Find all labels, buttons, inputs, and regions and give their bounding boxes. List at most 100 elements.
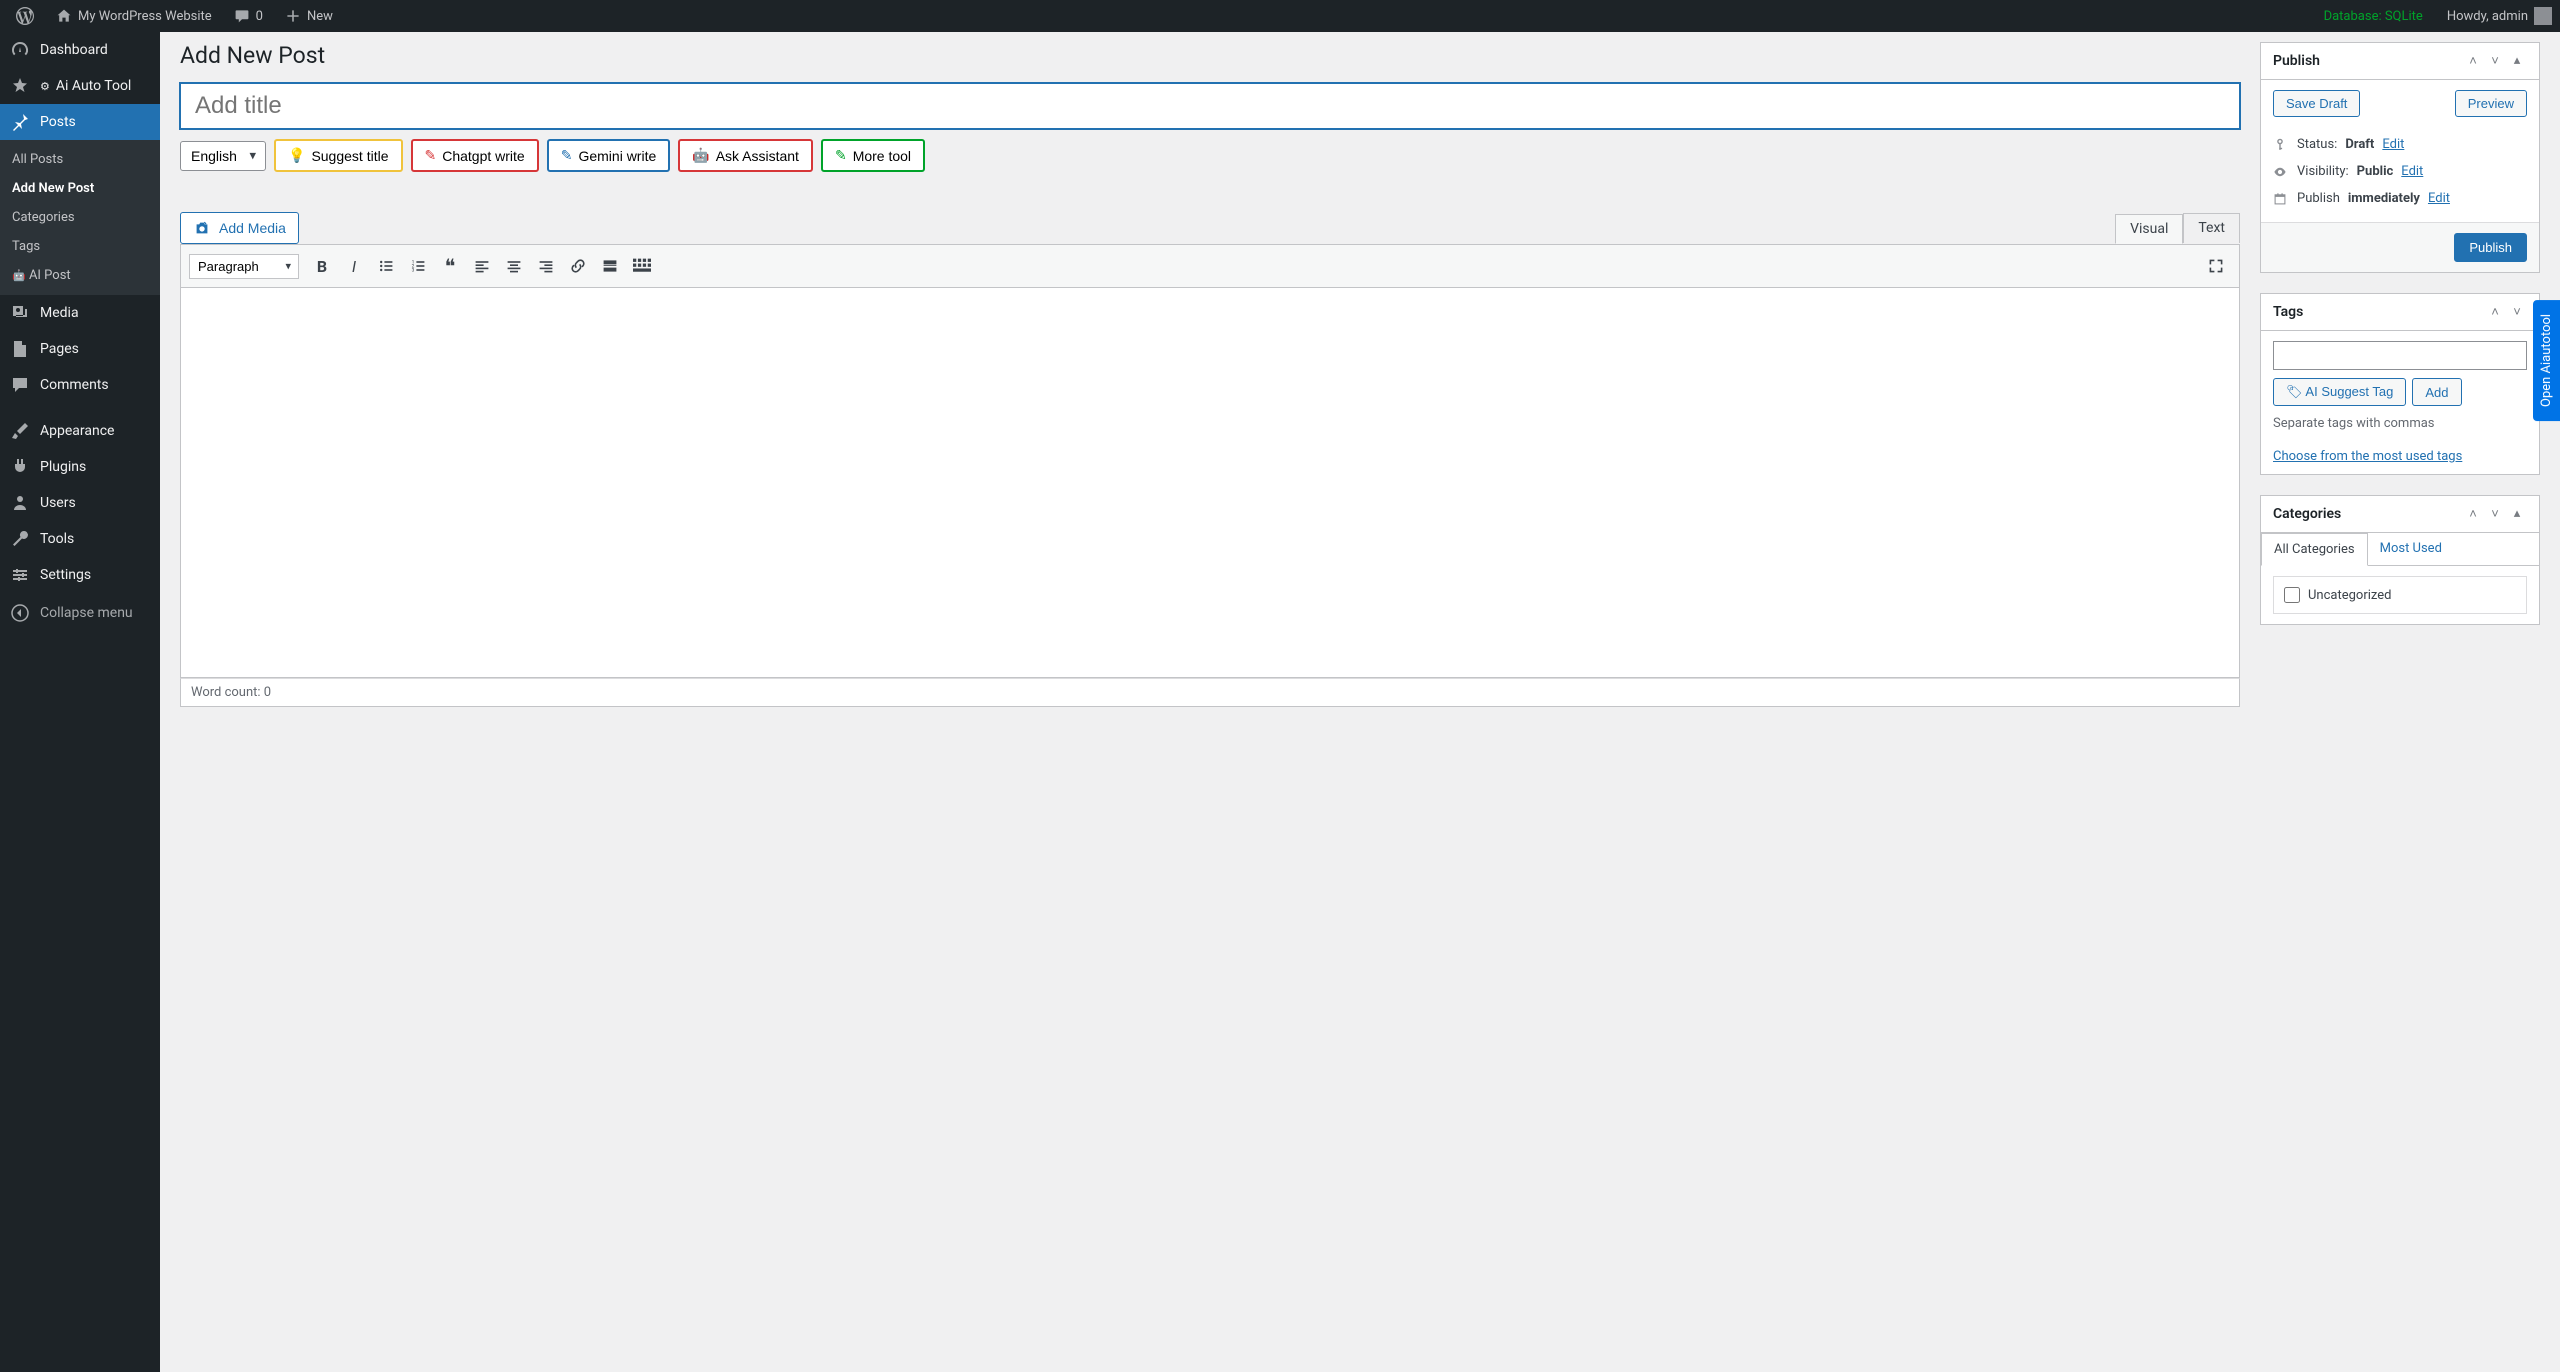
site-name-menu[interactable]: My WordPress Website [48,0,220,32]
move-up-icon[interactable]: ˄ [2485,304,2505,320]
categories-heading: Categories [2273,506,2463,522]
pencil-icon: ✎ [835,147,847,164]
move-down-icon[interactable]: ˅ [2485,506,2505,522]
settings-icon [10,565,30,585]
tab-visual[interactable]: Visual [2115,214,2183,244]
open-aiautotool-tab[interactable]: Open Aiautotool [2533,300,2560,421]
bullet-list-button[interactable] [371,251,401,281]
number-list-button[interactable]: 123 [403,251,433,281]
preview-button[interactable]: Preview [2455,90,2527,117]
menu-label: Ai Auto Tool [56,78,131,94]
publish-heading: Publish [2273,53,2463,69]
tab-most-used-categories[interactable]: Most Used [2368,533,2454,565]
category-checkbox[interactable] [2284,587,2300,603]
dashboard-icon [10,40,30,60]
comments-count: 0 [256,9,263,24]
italic-button[interactable]: I [339,251,369,281]
menu-dashboard[interactable]: Dashboard [0,32,160,68]
editor-content[interactable] [180,288,2240,678]
menu-plugins[interactable]: Plugins [0,449,160,485]
tags-hint: Separate tags with commas [2273,416,2527,431]
choose-most-used-tags-link[interactable]: Choose from the most used tags [2273,449,2462,464]
editor-toolbar: Paragraph B I 123 ❝ [180,244,2240,288]
gemini-write-button[interactable]: ✎ Gemini write [547,139,671,172]
menu-settings[interactable]: Settings [0,557,160,593]
menu-label: Comments [40,377,109,393]
blockquote-button[interactable]: ❝ [435,251,465,281]
menu-label: Tools [40,531,74,547]
admin-menu: Dashboard ⚙ Ai Auto Tool Posts All Posts… [0,32,160,1372]
category-item-uncategorized[interactable]: Uncategorized [2284,587,2516,603]
toolbar-toggle-button[interactable] [627,251,657,281]
tag-icon: 🏷 [2286,384,2303,399]
ai-suggest-tag-button[interactable]: 🏷 AI Suggest Tag [2273,378,2406,406]
tags-heading: Tags [2273,304,2485,320]
edit-schedule-link[interactable]: Edit [2428,191,2450,206]
eye-icon [2273,165,2289,179]
menu-label: Appearance [40,423,114,439]
avatar [2534,7,2552,25]
lightbulb-icon: 💡 [288,147,305,164]
post-title-input[interactable] [180,83,2240,129]
menu-posts[interactable]: Posts [0,104,160,140]
robot-icon: 🤖 [692,147,709,164]
read-more-button[interactable] [595,251,625,281]
database-indicator[interactable]: Database: SQLite [2324,9,2423,24]
bold-button[interactable]: B [307,251,337,281]
save-draft-button[interactable]: Save Draft [2273,90,2360,117]
menu-pages[interactable]: Pages [0,331,160,367]
ask-assistant-button[interactable]: 🤖 Ask Assistant [678,139,813,172]
submenu-categories[interactable]: Categories [0,203,160,232]
comments-menu[interactable]: 0 [226,0,271,32]
menu-label: Media [40,305,79,321]
link-button[interactable] [563,251,593,281]
submenu-tags[interactable]: Tags [0,232,160,261]
move-down-icon[interactable]: ˅ [2507,304,2527,320]
wp-logo-menu[interactable] [8,0,42,32]
brush-icon [10,421,30,441]
new-content-menu[interactable]: New [277,0,341,32]
submenu-all-posts[interactable]: All Posts [0,145,160,174]
edit-visibility-link[interactable]: Edit [2401,164,2423,179]
my-account-menu[interactable]: Howdy, admin [2439,0,2552,32]
tag-input[interactable] [2273,341,2527,370]
tab-text[interactable]: Text [2183,213,2240,243]
move-up-icon[interactable]: ˄ [2463,506,2483,522]
menu-ai-auto-tool[interactable]: ⚙ Ai Auto Tool [0,68,160,104]
submenu-ai-post[interactable]: 🤖 AI Post [0,261,160,290]
more-tool-button[interactable]: ✎ More tool [821,139,925,172]
menu-users[interactable]: Users [0,485,160,521]
fullscreen-button[interactable] [2201,251,2231,281]
toggle-panel-icon[interactable]: ▴ [2507,506,2527,522]
comment-icon [234,8,250,24]
move-up-icon[interactable]: ˄ [2463,53,2483,69]
align-right-button[interactable] [531,251,561,281]
toggle-panel-icon[interactable]: ▴ [2507,53,2527,69]
gear-mini-icon: ⚙ [40,80,50,93]
tab-all-categories[interactable]: All Categories [2261,533,2368,566]
add-tag-button[interactable]: Add [2412,378,2461,406]
publish-button[interactable]: Publish [2454,233,2527,262]
language-select[interactable]: English [180,141,266,171]
add-media-button[interactable]: Add Media [180,212,299,244]
align-left-button[interactable] [467,251,497,281]
chatgpt-write-button[interactable]: ✎ Chatgpt write [411,139,539,172]
menu-appearance[interactable]: Appearance [0,413,160,449]
menu-comments[interactable]: Comments [0,367,160,403]
home-icon [56,8,72,24]
submenu-add-new-post[interactable]: Add New Post [0,174,160,203]
collapse-menu[interactable]: Collapse menu [0,593,160,633]
menu-media[interactable]: Media [0,295,160,331]
menu-label: Posts [40,114,76,130]
align-center-button[interactable] [499,251,529,281]
move-down-icon[interactable]: ˅ [2485,53,2505,69]
suggest-title-button[interactable]: 💡 Suggest title [274,139,403,172]
menu-tools[interactable]: Tools [0,521,160,557]
plus-icon [285,8,301,24]
user-icon [10,493,30,513]
paragraph-select[interactable]: Paragraph [189,254,299,279]
camera-icon [193,219,211,237]
howdy-text: Howdy, admin [2447,9,2528,24]
pencil-icon: ✎ [561,147,573,164]
edit-status-link[interactable]: Edit [2382,137,2404,152]
